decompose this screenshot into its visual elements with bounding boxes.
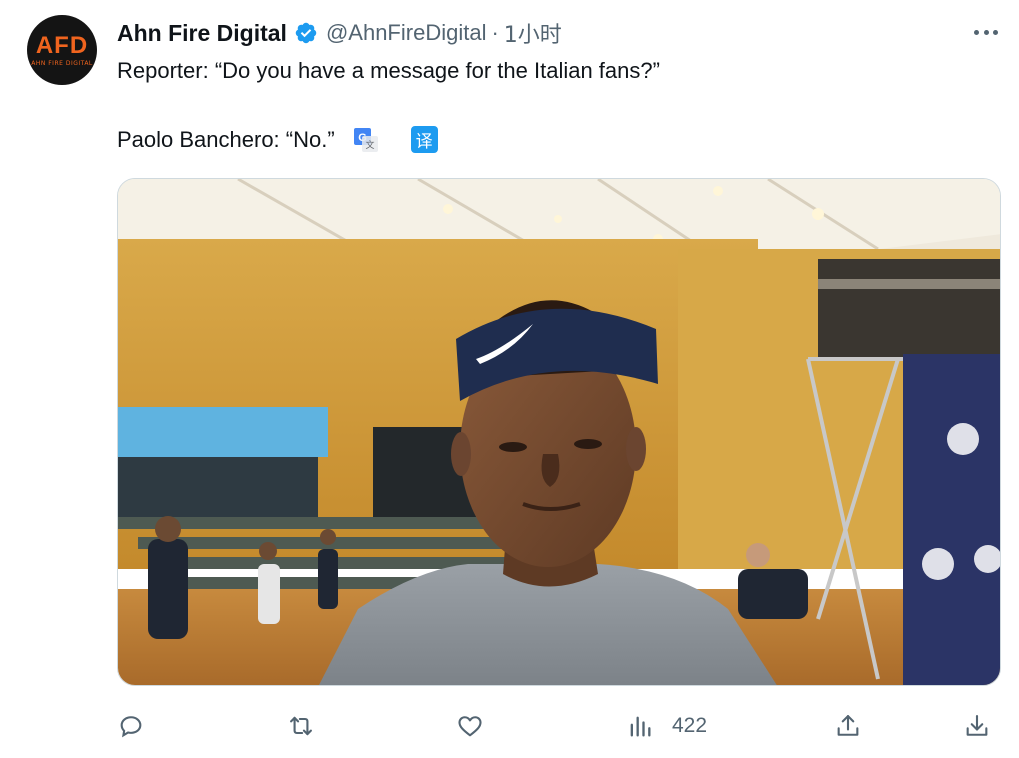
views-icon (630, 716, 651, 737)
tweet-timestamp[interactable]: 1小时 (504, 17, 562, 49)
views-button[interactable]: 422 (626, 708, 707, 744)
download-icon (966, 715, 988, 736)
share-icon (837, 715, 859, 736)
tweet-action-bar: 422 (117, 708, 1001, 744)
like-icon (458, 716, 482, 737)
video-thumbnail (118, 179, 1000, 685)
reply-icon (120, 716, 142, 738)
google-translate-icon[interactable]: G 文 (353, 127, 379, 153)
views-count: 422 (672, 714, 708, 737)
tweet-header: Ahn Fire Digital @AhnFireDigital · 1小时 (117, 16, 562, 50)
download-button[interactable] (963, 708, 991, 744)
more-dot-icon (993, 29, 998, 35)
avatar-logo-subtext: AHN FIRE DIGITAL (31, 59, 93, 67)
like-button[interactable] (456, 708, 484, 744)
share-button[interactable] (834, 708, 862, 744)
avatar[interactable]: AFD AHN FIRE DIGITAL (27, 15, 97, 85)
retweet-icon (290, 716, 312, 736)
reply-button[interactable] (117, 708, 145, 744)
verified-badge-icon (294, 21, 318, 45)
more-options-button[interactable] (970, 22, 1002, 42)
tweet-text-line-1: Reporter: “Do you have a message for the… (117, 58, 660, 83)
more-dot-icon (974, 29, 979, 35)
svg-text:文: 文 (365, 139, 374, 151)
translate-button[interactable]: 译 (410, 126, 438, 153)
tweet-text-quote: Paolo Banchero: “No.” (117, 126, 335, 152)
separator-dot: · (491, 20, 499, 45)
more-dot-icon (983, 29, 989, 35)
avatar-logo-text: AFD (35, 31, 89, 59)
author-handle[interactable]: @AhnFireDigital (326, 20, 487, 46)
tweet-media-video[interactable] (117, 178, 1001, 686)
tweet-text-line-2: Paolo Banchero: “No.” G 文 译 (117, 126, 438, 153)
retweet-button[interactable] (287, 708, 315, 744)
author-display-name[interactable]: Ahn Fire Digital (117, 20, 287, 47)
